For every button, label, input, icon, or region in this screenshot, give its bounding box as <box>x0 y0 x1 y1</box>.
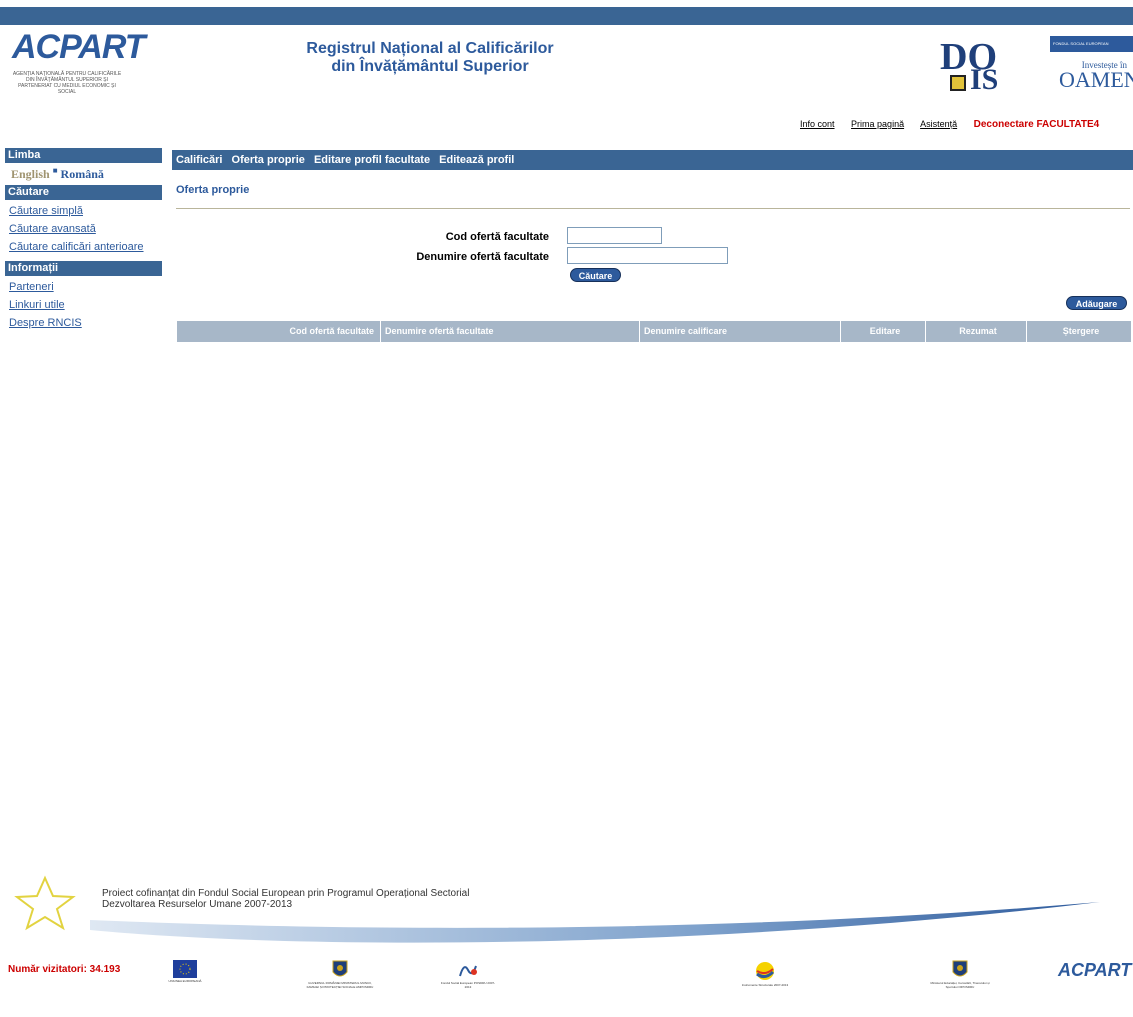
language-english[interactable]: English <box>11 167 50 181</box>
sidebar-informatii-links: Parteneri Linkuri utile Despre RNCIS <box>5 276 162 334</box>
sidebar-item-linkuri-utile[interactable]: Linkuri utile <box>9 296 162 314</box>
logged-user: FACULTATE4 <box>1036 119 1100 130</box>
eu-logo: UNIUNEA EUROPEANĂ <box>160 960 210 983</box>
column-denumire-calificare[interactable]: Denumire calificare <box>640 321 841 342</box>
eu-flag-icon <box>173 960 197 978</box>
acpart-logo[interactable]: ACPART AGENȚIA NAȚIONALĂ PENTRU CALIFICĂ… <box>12 28 146 123</box>
footer-swoosh <box>14 875 1100 943</box>
add-button[interactable]: Adăugare <box>1066 296 1127 310</box>
minister-logo-caption: Ministerul Educației, Cercetării, Tinere… <box>930 981 990 989</box>
deconectare-link[interactable]: Deconectare FACULTATE4 <box>974 119 1100 130</box>
site-title: Registrul Național al Calificărilor din … <box>250 40 610 76</box>
column-denumire-oferta[interactable]: Denumire ofertă facultate <box>381 321 640 342</box>
column-rezumat: Rezumat <box>926 321 1027 342</box>
fse-star-icon <box>459 965 477 977</box>
fse-logo: FONDUL SOCIAL EUROPEAN Investește în OAM… <box>1050 36 1133 96</box>
nav-calificari[interactable]: Calificări <box>176 154 222 166</box>
footer-project-line2: Dezvoltarea Resurselor Umane 2007-2013 <box>102 899 293 910</box>
info-cont-link[interactable]: Info cont <box>800 119 835 129</box>
acpart-logo-subtitle: AGENȚIA NAȚIONALĂ PENTRU CALIFICĂRILE DI… <box>12 71 122 95</box>
cod-oferta-input[interactable] <box>567 227 662 244</box>
romania-coat-of-arms-icon <box>332 960 348 977</box>
sidebar-item-despre-rncis[interactable]: Despre RNCIS <box>9 314 162 332</box>
site-title-line2: din Învățământul Superior <box>331 58 529 75</box>
structural-instruments-icon <box>756 962 775 980</box>
fse-logo-oameni: OAMENI <box>1059 67 1133 92</box>
site-title-line1: Registrul Național al Calificărilor <box>306 40 554 57</box>
denumire-oferta-label: Denumire ofertă facultate <box>416 251 549 263</box>
sidebar-heading-cautare: Căutare <box>5 185 162 200</box>
sidebar-cautare-links: Căutare simplă Căutare avansată Căutare … <box>5 200 162 258</box>
sidebar-heading-informatii: Informații <box>5 261 162 276</box>
column-cod-oferta[interactable]: Cod ofertă facultate <box>177 321 381 342</box>
language-separator-icon: ■ <box>52 166 58 175</box>
nav-editeaza-profil[interactable]: Editează profil <box>439 154 514 166</box>
column-editare: Editare <box>841 321 926 342</box>
search-button[interactable]: Căutare <box>570 268 621 282</box>
results-table-header: Cod ofertă facultate Denumire ofertă fac… <box>177 321 1131 342</box>
acpart-footer-logo: ACPART <box>1058 960 1132 981</box>
cod-oferta-label: Cod ofertă facultate <box>445 231 549 243</box>
top-banner-bar <box>0 7 1133 25</box>
deconectare-label: Deconectare <box>973 119 1034 130</box>
docis-logo: DO IS <box>930 35 1020 96</box>
column-stergere: Ștergere <box>1062 326 1100 336</box>
docis-logo-square <box>950 75 966 91</box>
instrumente-structurale-logo: Instrumente Structurale 2007-2013 <box>735 960 795 987</box>
guvern-logo-caption: GUVERNUL ROMÂNIEI MINISTERUL MUNCII, FAM… <box>306 981 374 989</box>
main-nav: Calificări Oferta proprie Editare profil… <box>172 150 1133 170</box>
guvern-logo: GUVERNUL ROMÂNIEI MINISTERUL MUNCII, FAM… <box>305 960 375 989</box>
denumire-oferta-input[interactable] <box>567 247 728 264</box>
docis-logo-is: IS <box>970 63 999 96</box>
sidebar-item-cautare-simpla[interactable]: Căutare simplă <box>9 202 162 220</box>
page-title: Oferta proprie <box>176 184 250 196</box>
instrumente-structurale-caption: Instrumente Structurale 2007-2013 <box>741 983 789 987</box>
minister-coat-of-arms-icon <box>952 960 968 977</box>
nav-oferta-proprie[interactable]: Oferta proprie <box>232 154 305 166</box>
footer-project-text: Proiect cofinanțat din Fondul Social Eur… <box>102 888 469 910</box>
acpart-footer-mark: ACPART <box>1058 960 1132 980</box>
visitor-counter: Număr vizitatori: 34.193 <box>8 964 121 975</box>
language-switcher: English ■ Română <box>5 163 162 185</box>
title-divider <box>176 208 1130 209</box>
sidebar-item-cautare-calificari-anterioare[interactable]: Căutare calificări anterioare <box>9 238 162 256</box>
sidebar-heading-limba: Limba <box>5 148 162 163</box>
language-romana[interactable]: Română <box>61 167 104 181</box>
sidebar-item-parteneri[interactable]: Parteneri <box>9 278 162 296</box>
nav-editare-profil-facultate[interactable]: Editare profil facultate <box>314 154 430 166</box>
sidebar: Limba English ■ Română Căutare Căutare sim… <box>5 148 162 337</box>
asistenta-link[interactable]: Asistență <box>920 119 957 129</box>
sidebar-item-cautare-avansata[interactable]: Căutare avansată <box>9 220 162 238</box>
minister-logo: Ministerul Educației, Cercetării, Tinere… <box>925 960 995 989</box>
fse-logo-box: FONDUL SOCIAL EUROPEAN <box>1050 36 1133 52</box>
eu-logo-caption: UNIUNEA EUROPEANĂ <box>168 979 202 983</box>
acpart-logo-mark: ACPART <box>12 28 146 66</box>
prima-pagina-link[interactable]: Prima pagină <box>851 119 904 129</box>
top-links: Info cont Prima pagină Asistență Deconec… <box>800 119 1099 130</box>
fse-footer-caption: Fondul Social European POSDRU 2007-2013 <box>440 981 496 989</box>
fse-footer-logo: Fondul Social European POSDRU 2007-2013 <box>438 960 498 989</box>
footer-project-line1: Proiect cofinanțat din Fondul Social Eur… <box>102 888 470 899</box>
